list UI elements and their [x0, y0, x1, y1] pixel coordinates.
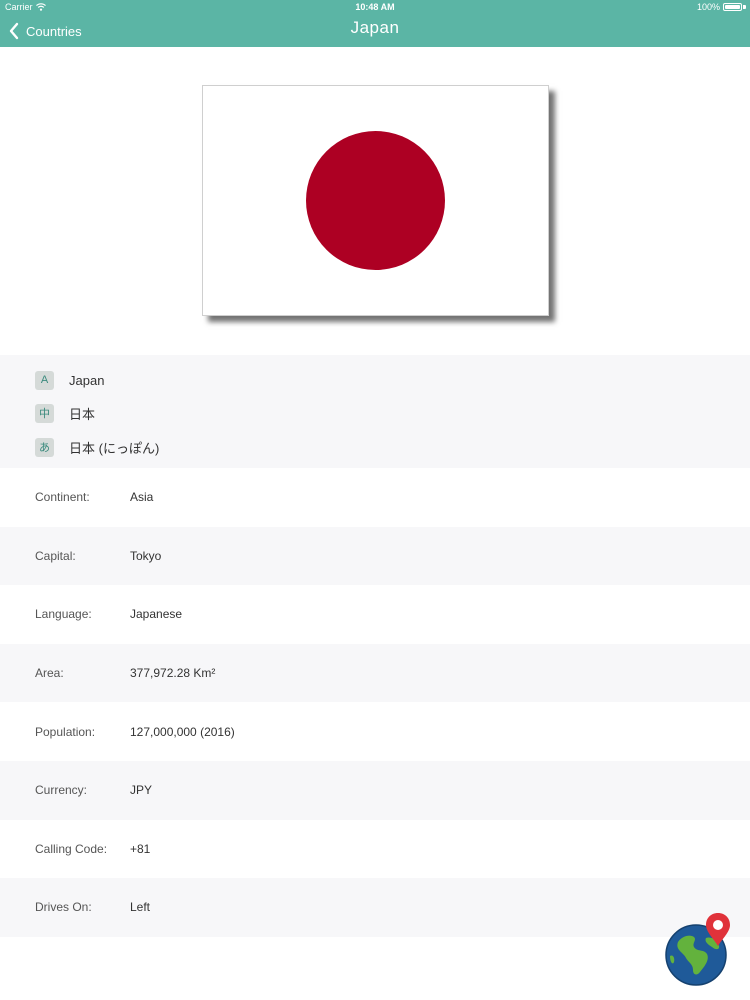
- latin-script-badge: A: [35, 370, 54, 390]
- name-row-english: A Japan: [35, 370, 104, 390]
- continent-label: Continent:: [35, 490, 90, 505]
- battery-icon: [723, 3, 742, 11]
- page-title: Japan: [350, 18, 400, 37]
- population-label: Population:: [35, 724, 96, 739]
- info-row-population: Population: 127,000,000 (2016): [0, 702, 750, 761]
- language-label: Language:: [35, 607, 92, 622]
- drives-on-value: Left: [130, 900, 151, 915]
- currency-label: Currency:: [35, 783, 88, 798]
- flag-red-disc: [306, 131, 445, 270]
- language-value: Japanese: [130, 607, 183, 622]
- name-row-native: 中 日本: [35, 403, 95, 423]
- country-info-list: Continent: Asia Capital: Tokyo Language:…: [0, 468, 750, 937]
- flag-image: [202, 85, 549, 316]
- capital-label: Capital:: [35, 548, 76, 563]
- name-native: 日本: [69, 406, 96, 422]
- hiragana-script-badge: あ: [35, 437, 54, 457]
- area-value: 377,972.28 Km²: [130, 666, 216, 681]
- globe-map-pin-icon: [665, 913, 730, 986]
- currency-value: JPY: [130, 783, 153, 798]
- info-row-language: Language: Japanese: [0, 585, 750, 644]
- name-reading: 日本 (にっぽん): [69, 440, 160, 456]
- info-row-area: Area: 377,972.28 Km²: [0, 643, 750, 703]
- country-names: A Japan 中 日本 あ 日本 (にっぽん): [0, 355, 750, 468]
- battery-percent: 100%: [696, 2, 720, 12]
- population-value: 127,000,000 (2016): [130, 724, 235, 739]
- name-row-reading: あ 日本 (にっぽん): [35, 437, 159, 457]
- status-bar: Carrier 10:48 AM 100%: [0, 0, 750, 14]
- header: Carrier 10:48 AM 100% Countries Japan: [0, 0, 750, 47]
- info-row-drives-on: Drives On: Left: [0, 878, 750, 937]
- drives-on-label: Drives On:: [35, 900, 92, 915]
- continent-value: Asia: [130, 490, 154, 505]
- info-row-currency: Currency: JPY: [0, 760, 750, 820]
- info-row-continent: Continent: Asia: [0, 468, 750, 527]
- info-row-capital: Capital: Tokyo: [0, 526, 750, 586]
- battery-tip: [743, 5, 746, 9]
- status-time: 10:48 AM: [355, 2, 395, 12]
- name-english: Japan: [69, 372, 105, 388]
- map-button[interactable]: [664, 912, 734, 986]
- calling-code-label: Calling Code:: [35, 841, 108, 856]
- calling-code-value: +81: [130, 841, 151, 856]
- capital-value: Tokyo: [130, 548, 162, 563]
- info-row-calling-code: Calling Code: +81: [0, 820, 750, 879]
- kanji-script-badge: 中: [35, 403, 54, 423]
- area-label: Area:: [35, 666, 64, 681]
